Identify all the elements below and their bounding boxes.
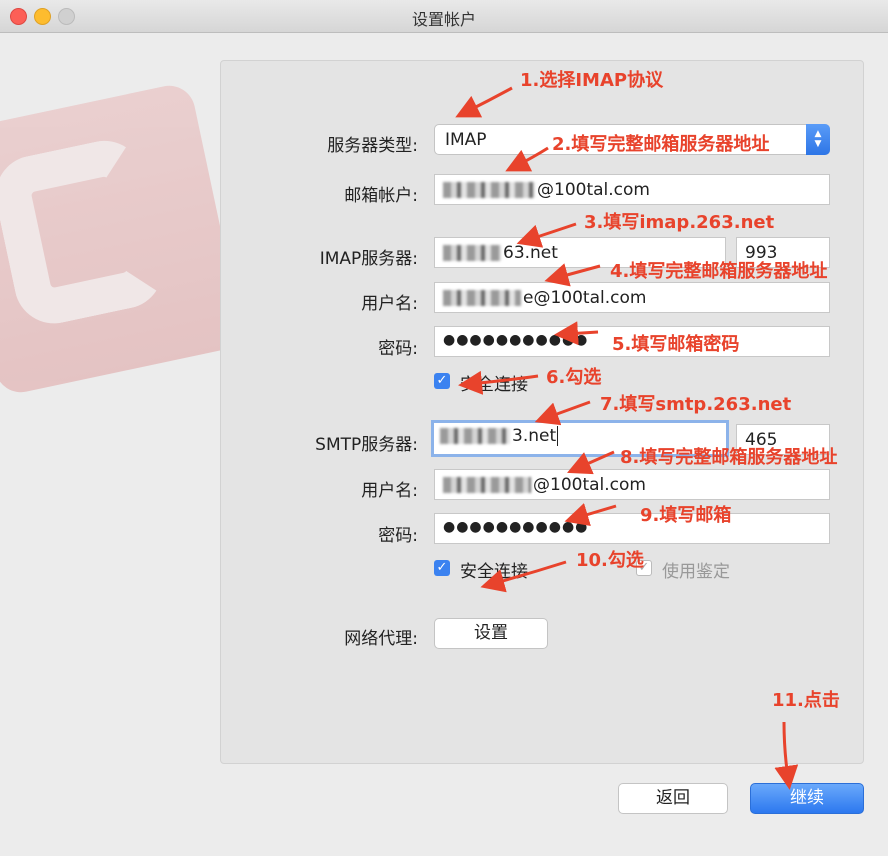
smtp-username-value: @100tal.com xyxy=(533,475,646,495)
title-bar: 设置帐户 xyxy=(0,0,888,33)
smtp-secure-checkbox[interactable]: ✓ xyxy=(434,560,450,576)
imap-server-label: IMAP服务器: xyxy=(319,249,418,269)
redacted-text xyxy=(440,428,510,444)
window-title: 设置帐户 xyxy=(411,10,476,29)
account-value: @100tal.com xyxy=(537,180,650,200)
back-button[interactable]: 返回 xyxy=(618,783,728,814)
smtp-password-label: 密码: xyxy=(378,526,418,546)
annotation-11: 11.点击 xyxy=(772,690,840,711)
imap-username-label: 用户名: xyxy=(361,294,418,314)
chevron-updown-icon: ▲ ▼ xyxy=(806,124,830,155)
smtp-password-field[interactable]: ●●●●●●●●●●● xyxy=(434,513,830,544)
smtp-server-value: 3.net xyxy=(512,426,557,446)
annotation-1: 1.选择IMAP协议 xyxy=(520,70,664,91)
checkmark-icon: ✓ xyxy=(436,373,448,388)
annotation-3: 3.填写imap.263.net xyxy=(584,212,775,233)
annotation-5: 5.填写邮箱密码 xyxy=(612,334,740,355)
smtp-server-label: SMTP服务器: xyxy=(315,435,418,455)
account-label: 邮箱帐户: xyxy=(344,186,418,206)
annotation-2: 2.填写完整邮箱服务器地址 xyxy=(552,134,770,155)
annotation-9: 9.填写邮箱 xyxy=(640,505,732,526)
redacted-text xyxy=(443,182,535,198)
smtp-auth-label: 使用鉴定 xyxy=(662,562,730,582)
imap-password-label: 密码: xyxy=(378,339,418,359)
smtp-password-value: ●●●●●●●●●●● xyxy=(443,519,589,535)
annotation-7: 7.填写smtp.263.net xyxy=(600,394,792,415)
imap-server-value: 63.net xyxy=(503,243,558,263)
imap-username-value: e@100tal.com xyxy=(523,288,647,308)
text-cursor: ​ xyxy=(557,426,559,446)
imap-secure-checkbox[interactable]: ✓ xyxy=(434,373,450,389)
server-type-value: IMAP xyxy=(445,130,487,150)
annotation-10: 10.勾选 xyxy=(576,550,644,571)
redacted-text xyxy=(443,245,501,261)
annotation-6: 6.勾选 xyxy=(546,367,602,388)
app-logo xyxy=(0,80,246,398)
proxy-settings-button[interactable]: 设置 xyxy=(434,618,548,649)
smtp-username-label: 用户名: xyxy=(361,481,418,501)
account-field[interactable]: @100tal.com xyxy=(434,174,830,205)
annotation-8: 8.填写完整邮箱服务器地址 xyxy=(620,447,838,468)
annotation-4: 4.填写完整邮箱服务器地址 xyxy=(610,261,828,282)
redacted-text xyxy=(443,477,531,493)
imap-password-value: ●●●●●●●●●●● xyxy=(443,332,589,348)
smtp-secure-label: 安全连接 xyxy=(460,562,528,582)
server-type-label: 服务器类型: xyxy=(327,136,418,156)
g-logo-icon xyxy=(0,133,171,331)
smtp-username-field[interactable]: @100tal.com xyxy=(434,469,830,500)
proxy-label: 网络代理: xyxy=(344,629,418,649)
checkmark-icon: ✓ xyxy=(436,560,448,575)
imap-secure-label: 安全连接 xyxy=(460,375,528,395)
redacted-text xyxy=(443,290,521,306)
imap-username-field[interactable]: e@100tal.com xyxy=(434,282,830,313)
continue-button[interactable]: 继续 xyxy=(750,783,864,814)
